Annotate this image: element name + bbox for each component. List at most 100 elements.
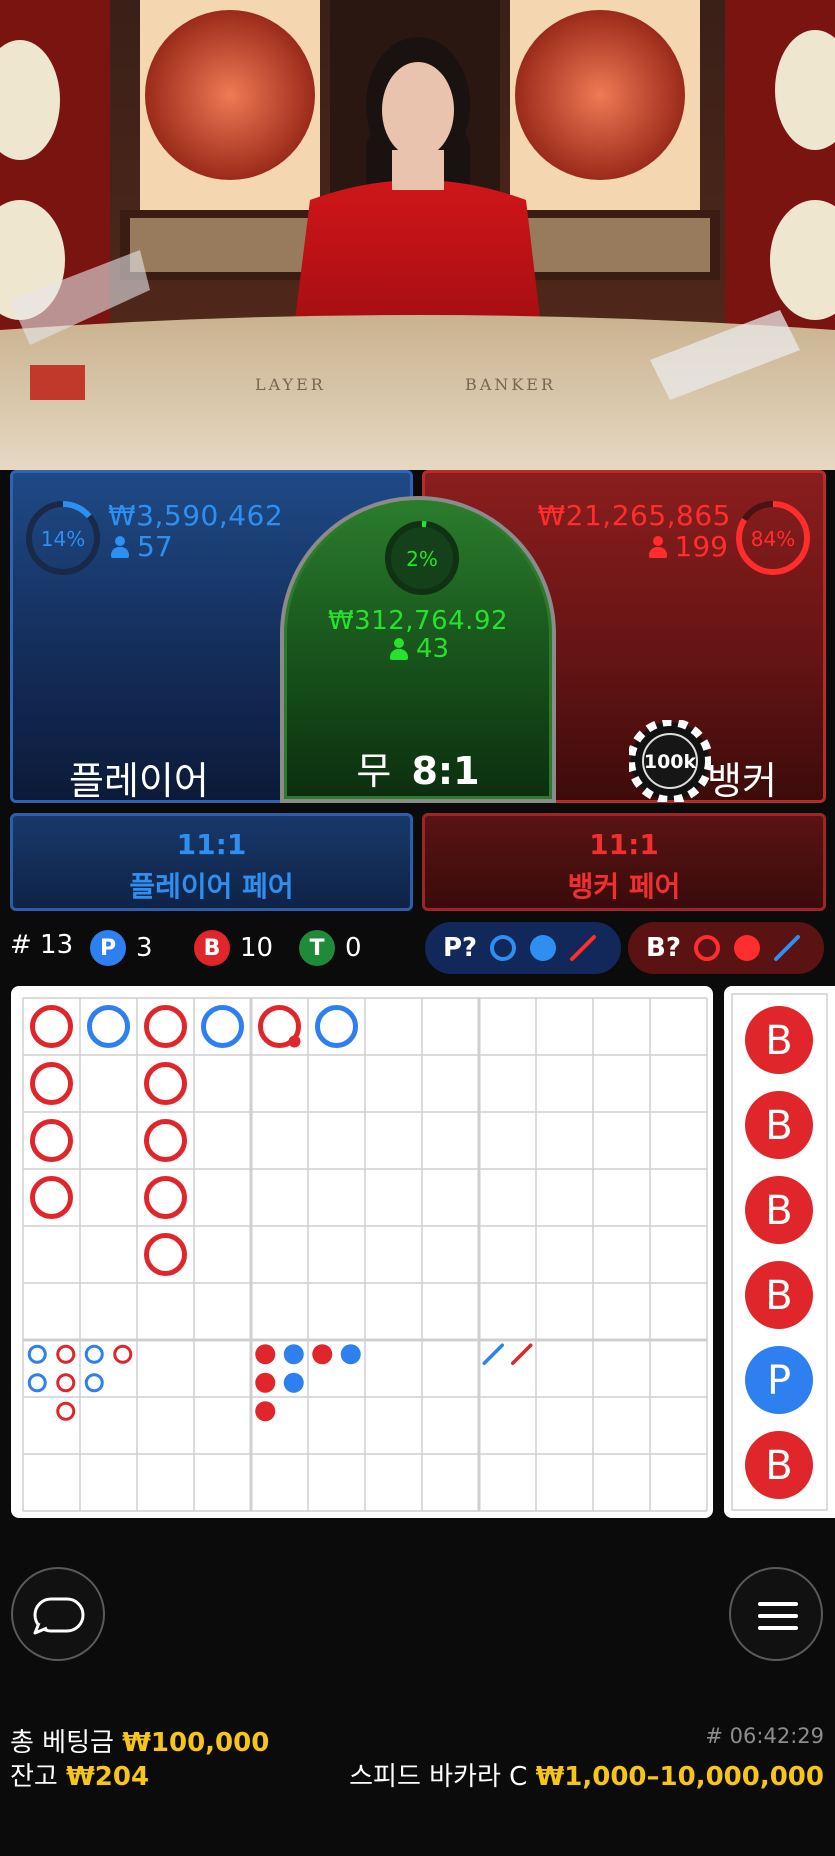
small-road-marker [283, 1344, 304, 1365]
table-info: 스피드 바카라 C ₩1,000–10,000,000 [349, 1756, 824, 1793]
small-road-marker [255, 1401, 276, 1422]
hollow-circle-icon [490, 935, 517, 961]
cockroach-road-marker [482, 1343, 504, 1365]
tie-percent: 2% [406, 547, 438, 571]
menu-button[interactable] [729, 1567, 823, 1661]
banker-label: 뱅커 [707, 759, 777, 803]
solid-circle-icon [733, 935, 760, 961]
tie-percent-ring: 2% [385, 521, 459, 595]
big-road-marker [144, 1005, 187, 1048]
small-road-marker [255, 1344, 276, 1365]
player-percent-ring: 14% [26, 501, 100, 575]
table-limits: ₩1,000–10,000,000 [535, 1762, 824, 1792]
tie-label-prefix: 무 [356, 749, 392, 793]
small-road-marker [312, 1344, 333, 1365]
player-predict-button[interactable]: P? [425, 922, 621, 974]
chip-value: 100k [644, 751, 697, 773]
tie-bettor-count: 43 [390, 634, 449, 664]
banker-count-value: 199 [674, 530, 728, 563]
banker-percent-ring: 84% [736, 501, 810, 575]
tie-badge-icon: T [299, 930, 335, 966]
bead-road-canvas: BBBBPB [731, 993, 828, 1511]
solid-circle-icon [530, 935, 557, 961]
big-eye-road-marker [27, 1373, 47, 1393]
big-road-marker [87, 1005, 130, 1048]
player-count-value: 57 [137, 530, 173, 563]
tie-bet-spot[interactable]: 2% ₩312,764.92 43 무 8:1 [280, 496, 556, 803]
round-count-value: # 13 [10, 930, 74, 960]
player-total-amount: ₩3,590,462 [108, 499, 284, 532]
tie-total-amount: ₩312,764.92 [327, 606, 509, 636]
player-badge-icon: P [90, 930, 126, 966]
big-road-marker [30, 1176, 73, 1219]
player-pair-odds: 11:1 [176, 828, 247, 861]
balance: 잔고 ₩204 [10, 1756, 149, 1793]
pair-dot [288, 1035, 301, 1048]
small-road-marker [340, 1344, 361, 1365]
banker-predict-button[interactable]: B? [628, 922, 824, 974]
bead-road-letter: B [765, 1018, 792, 1064]
player-pair-bet[interactable]: 11:1 플레이어 페어 [10, 813, 413, 911]
roads-canvas [22, 997, 708, 1512]
bead-road-letter: P [767, 1358, 791, 1404]
big-eye-road-marker [56, 1344, 76, 1364]
tie-count-value: 43 [416, 634, 450, 664]
big-eye-road-marker [84, 1344, 104, 1364]
chip-icon: 100k [629, 720, 711, 802]
hollow-circle-icon [693, 935, 720, 961]
big-road-marker [30, 1119, 73, 1162]
total-bet-value: ₩100,000 [122, 1728, 270, 1758]
round-id: # 06:42:29 [705, 1724, 824, 1748]
tie-label: 무 8:1 [284, 740, 552, 795]
player-percent: 14% [41, 527, 85, 551]
big-road-marker [30, 1005, 73, 1048]
banker-wins-value: 10 [240, 933, 274, 963]
big-road-marker [30, 1062, 73, 1105]
big-road-marker [144, 1062, 187, 1105]
total-bet: 총 베팅금 ₩100,000 [10, 1722, 269, 1759]
banker-pair-bet[interactable]: 11:1 뱅커 페어 [422, 813, 826, 911]
chat-button[interactable] [11, 1567, 105, 1661]
slash-icon [570, 935, 597, 961]
player-bettor-count: 57 [111, 530, 173, 563]
bead-road-letter: B [765, 1273, 792, 1319]
bead-road[interactable]: BBBBPB [724, 986, 835, 1518]
scoreboard-roads[interactable] [11, 986, 713, 1518]
big-road-marker [201, 1005, 244, 1048]
big-road-marker [315, 1005, 358, 1048]
live-dealer-video: LAYER BANKER [0, 0, 835, 470]
banker-predict-label: B? [646, 933, 681, 963]
big-eye-road-marker [56, 1373, 76, 1393]
big-road-marker [144, 1119, 187, 1162]
cockroach-road-marker [511, 1343, 533, 1365]
person-icon [111, 535, 129, 558]
banker-pair-odds: 11:1 [589, 828, 659, 861]
person-icon [648, 535, 667, 558]
banker-pair-label: 뱅커 페어 [567, 870, 681, 903]
chat-bubble-icon [33, 1597, 85, 1635]
table-print-banker: BANKER [465, 375, 556, 394]
bead-road-letter: B [765, 1103, 792, 1149]
bead-road-letter: B [765, 1443, 792, 1489]
tie-odds: 8:1 [411, 749, 480, 793]
banker-total-amount: ₩21,265,865 [537, 499, 731, 532]
road-stats: # 13 P 3 B 10 T 0 P? B? [0, 922, 835, 974]
big-eye-road-marker [84, 1373, 104, 1393]
big-eye-road-marker [27, 1344, 47, 1364]
hamburger-menu-icon [758, 1602, 798, 1630]
balance-label: 잔고 [10, 1762, 58, 1792]
balance-value: ₩204 [66, 1762, 150, 1792]
small-road-marker [283, 1372, 304, 1393]
banker-percent: 84% [751, 527, 795, 551]
big-eye-road-marker [113, 1344, 133, 1364]
bead-road-letter: B [765, 1188, 792, 1234]
round-count: # 13 [10, 930, 73, 960]
player-pair-label: 플레이어 페어 [129, 870, 294, 903]
tie-wins-value: 0 [345, 933, 362, 963]
tie-wins-stat: T 0 [299, 930, 362, 966]
player-label: 플레이어 [69, 759, 209, 803]
table-print-player: LAYER [255, 375, 326, 394]
big-road-marker [144, 1233, 187, 1276]
person-icon [390, 638, 408, 660]
banker-badge-icon: B [194, 930, 230, 966]
